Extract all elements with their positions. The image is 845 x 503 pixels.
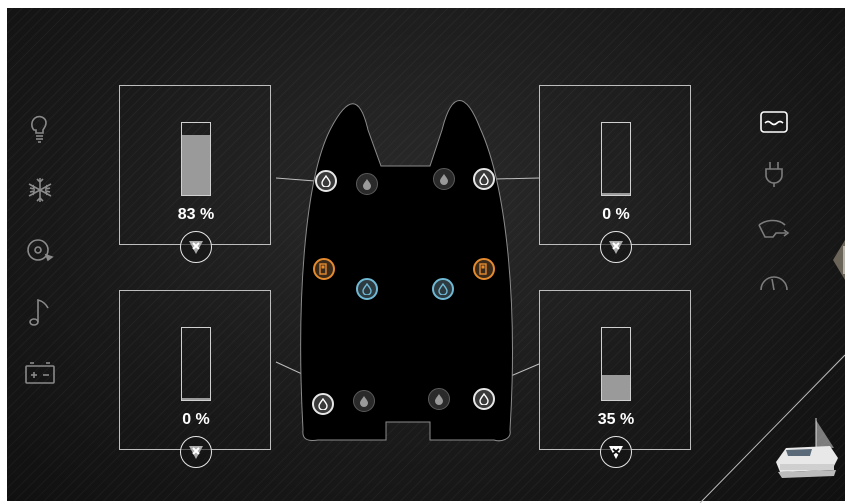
freshwater-right-button[interactable] — [432, 278, 454, 300]
tank-gauge-fill — [182, 397, 210, 400]
water-valve-front-left-inner[interactable] — [356, 173, 378, 195]
tank-status-badge[interactable] — [600, 436, 632, 468]
tank-gauge — [601, 327, 631, 401]
water-drop-icon — [318, 398, 328, 410]
water-valve-front-left-outer[interactable] — [315, 170, 337, 192]
plug-icon — [765, 162, 783, 187]
tank-gauge-fill — [602, 374, 630, 400]
shore-power-nav[interactable] — [754, 156, 794, 192]
water-valve-front-right-inner[interactable] — [433, 168, 455, 190]
water-valve-rear-left-inner[interactable] — [353, 390, 375, 412]
water-valve-rear-right-outer[interactable] — [473, 388, 495, 410]
tank-monitor-screen: 83 % 0 % 0 % 35 % — [0, 0, 845, 503]
fuel-tank-right-button[interactable] — [473, 258, 495, 280]
tank-panel-front-right[interactable]: 0 % — [539, 85, 691, 263]
tank-percent-label: 0 % — [182, 411, 210, 428]
tank-panel-rear-left[interactable]: 0 % — [119, 290, 271, 468]
freshwater-left-button[interactable] — [356, 278, 378, 300]
water-drop-icon — [321, 175, 331, 187]
tank-percent-label: 0 % — [602, 206, 630, 223]
watermaker-icon — [758, 219, 790, 238]
fuel-tank-left-button[interactable] — [313, 258, 335, 280]
boat-thumbnail-image[interactable] — [772, 418, 842, 480]
valve-open-icon — [609, 446, 623, 459]
watermaker-nav[interactable] — [754, 212, 794, 248]
tank-percent-label: 83 % — [177, 206, 215, 223]
water-drop-icon — [440, 174, 448, 185]
tank-gauge-fill — [182, 135, 210, 195]
tank-panel-rear-right[interactable]: 35 % — [539, 290, 691, 468]
tank-status-badge[interactable] — [180, 231, 212, 263]
side-panel-tab[interactable] — [831, 240, 845, 280]
fuel-pump-icon — [479, 263, 487, 275]
tank-panel-front-left[interactable]: 83 % — [119, 85, 271, 263]
fuel-pump-icon — [319, 263, 327, 275]
tank-status-badge[interactable] — [180, 436, 212, 468]
tank-status-badge[interactable] — [600, 231, 632, 263]
water-valve-rear-right-inner[interactable] — [428, 388, 450, 410]
engine-gauge-nav[interactable] — [754, 264, 794, 300]
water-valve-front-right-outer[interactable] — [473, 168, 495, 190]
tank-gauge — [601, 122, 631, 196]
tank-levels-nav[interactable] — [754, 104, 794, 140]
water-drop-icon — [479, 393, 489, 405]
water-drop-icon — [438, 283, 448, 295]
close-icon — [609, 241, 623, 254]
tank-gauge — [181, 327, 211, 401]
gauge-icon — [760, 276, 788, 291]
water-drop-icon — [362, 283, 372, 295]
close-icon — [189, 446, 203, 459]
tank-percent-label: 35 % — [597, 411, 635, 428]
water-drop-icon — [363, 179, 371, 190]
water-drop-icon — [435, 394, 443, 405]
tank-levels-icon — [760, 111, 788, 133]
close-icon — [189, 241, 203, 254]
water-drop-icon — [479, 173, 489, 185]
water-valve-rear-left-outer[interactable] — [312, 393, 334, 415]
tank-gauge — [181, 122, 211, 196]
tank-gauge-fill — [602, 192, 630, 195]
water-drop-icon — [360, 396, 368, 407]
